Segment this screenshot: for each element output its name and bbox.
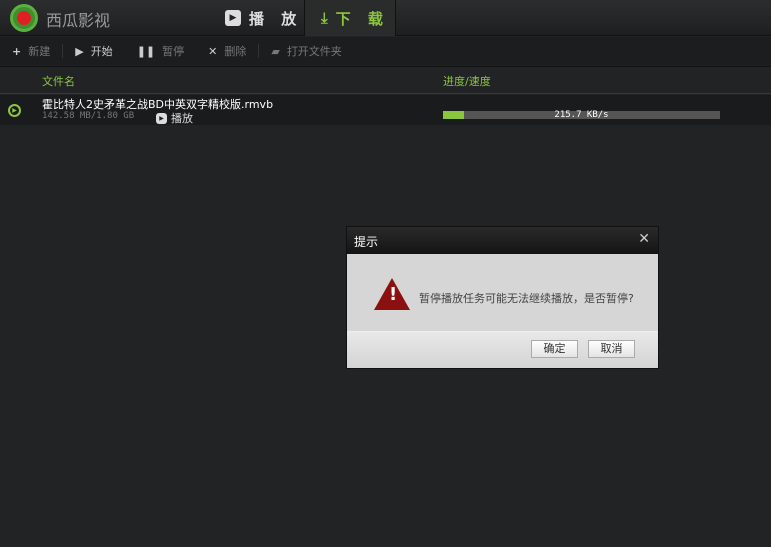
- column-filename[interactable]: 文件名: [42, 73, 75, 89]
- cancel-button[interactable]: 取消: [588, 340, 635, 358]
- dialog-body: ! 暂停播放任务可能无法继续播放，是否暂停?: [347, 254, 658, 332]
- open-folder-label: 打开文件夹: [286, 45, 342, 58]
- new-button[interactable]: + 新建: [12, 43, 50, 59]
- play-icon: ▶: [225, 10, 241, 26]
- divider: [62, 44, 64, 58]
- speed: 215.7 KB/s: [554, 110, 609, 120]
- close-icon: ✕: [208, 44, 218, 58]
- progress-bar: 215.7 KB/s: [443, 110, 720, 120]
- play-label: 播放: [171, 112, 193, 125]
- confirm-dialog: 提示 ✕ ! 暂停播放任务可能无法继续播放，是否暂停? 确定 取消: [346, 226, 659, 369]
- tab-download[interactable]: ⤓ 下 载: [304, 0, 396, 36]
- download-icon: ⤓: [321, 9, 328, 27]
- plus-icon: +: [12, 44, 22, 58]
- toolbar: + 新建 ▶ 开始 ❚❚ 暂停 ✕ 删除 ▰ 打开文件夹: [0, 37, 771, 65]
- list-header: 文件名 进度/速度: [0, 66, 771, 94]
- dialog-footer: 确定 取消: [347, 332, 658, 368]
- play-icon: ▶: [156, 112, 167, 124]
- tab-play[interactable]: ▶ 播 放: [225, 0, 302, 36]
- start-button[interactable]: ▶ 开始: [75, 43, 112, 59]
- file-size: 142.58 MB/1.80 GB: [42, 111, 135, 121]
- play-link[interactable]: ▶ 播放: [156, 110, 193, 126]
- warning-icon: !: [374, 278, 410, 310]
- pause-button[interactable]: ❚❚ 暂停: [137, 43, 184, 59]
- play-circle-icon[interactable]: ▶: [8, 104, 21, 117]
- start-label: 开始: [90, 45, 113, 58]
- title-bar: 西瓜影视 ▶ 播 放 ⤓ 下 载: [0, 0, 771, 36]
- divider: [258, 44, 260, 58]
- progress-fill: [443, 111, 465, 119]
- app-name: 西瓜影视: [46, 11, 111, 30]
- dialog-message: 暂停播放任务可能无法继续播放，是否暂停?: [419, 292, 634, 305]
- column-progress[interactable]: 进度/速度: [443, 73, 491, 89]
- play-icon: ▶: [75, 44, 84, 58]
- delete-label: 删除: [224, 45, 247, 58]
- delete-button[interactable]: ✕ 删除: [208, 43, 246, 59]
- close-icon[interactable]: ✕: [638, 231, 650, 247]
- tab-play-label: 播 放: [249, 9, 303, 28]
- tab-download-label: 下 载: [335, 9, 389, 28]
- new-label: 新建: [28, 45, 51, 58]
- app-logo-icon: [10, 4, 38, 32]
- open-folder-button[interactable]: ▰ 打开文件夹: [271, 43, 341, 59]
- dialog-title-bar: 提示 ✕: [347, 227, 658, 254]
- download-row[interactable]: ▶ 霍比特人2史矛革之战BD中英双字精校版.rmvb 142.58 MB/1.8…: [0, 95, 771, 125]
- dialog-title: 提示: [354, 235, 379, 249]
- pause-icon: ❚❚: [136, 44, 156, 58]
- pause-label: 暂停: [162, 45, 185, 58]
- ok-button[interactable]: 确定: [531, 340, 578, 358]
- folder-icon: ▰: [271, 44, 280, 58]
